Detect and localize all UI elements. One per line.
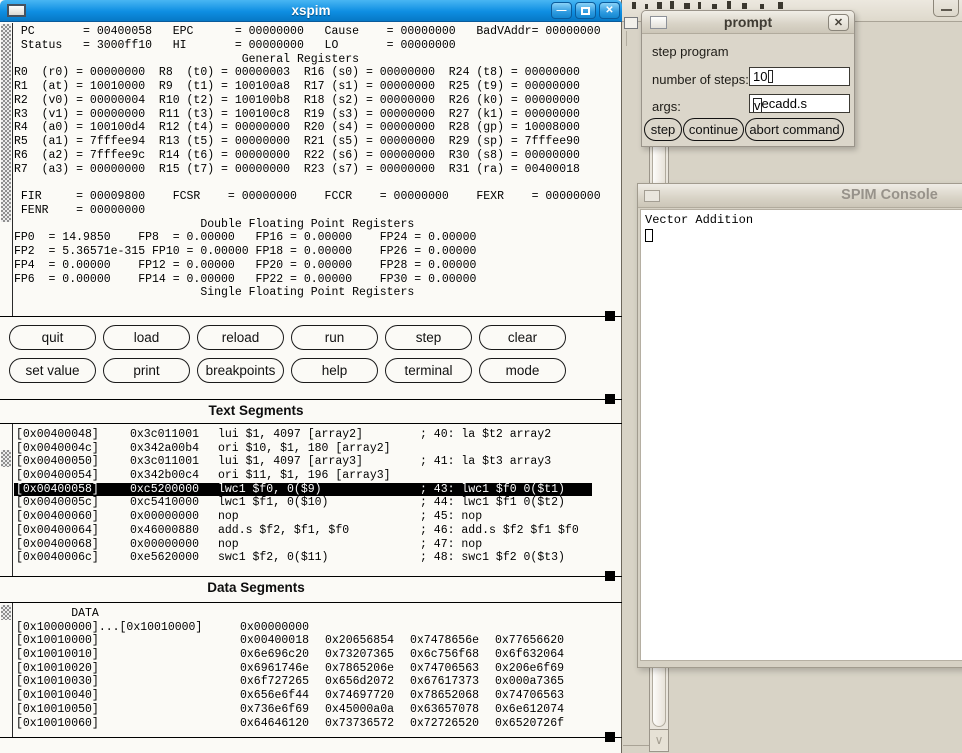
- background-window-menu-icon: [624, 17, 638, 29]
- pane-resize-grip[interactable]: [605, 571, 615, 581]
- data-segments-title: Data Segments: [0, 580, 512, 595]
- close-button[interactable]: ✕: [828, 14, 849, 31]
- pane-resize-grip[interactable]: [605, 394, 615, 404]
- xspim-button-help[interactable]: help: [291, 358, 378, 383]
- data-segment-row: [0x10000000]...[0x10010000]0x00000000: [14, 621, 592, 635]
- args-label: args:: [652, 99, 681, 114]
- maximize-button[interactable]: [575, 2, 596, 19]
- text-segment-row: [0x00400064]0x46000880add.s $f2, $f1, $f…: [14, 524, 592, 538]
- window-title: xspim: [0, 0, 622, 21]
- data-segment-row: [0x10010040]0x656e6f440x746977200x786520…: [14, 689, 592, 703]
- scrollbar-thumb[interactable]: [1, 605, 11, 620]
- args-rest: ecadd.s: [762, 96, 808, 111]
- registers-scrollbar[interactable]: [0, 23, 13, 316]
- console-titlebar[interactable]: SPIM Console: [638, 184, 962, 208]
- window-menu-icon[interactable]: [644, 190, 660, 202]
- text-segment-row: [0x00400048]0x3c011001lui $1, 4097 [arra…: [14, 428, 592, 442]
- xspim-window: xspim — ✕ PC = 00400058 EPC = 00000000 C…: [0, 0, 622, 753]
- prompt-message: step program: [652, 44, 729, 59]
- xspim-button-breakpoints[interactable]: breakpoints: [197, 358, 284, 383]
- data-segment-row: [0x10010000]0x004000180x206568540x747865…: [14, 634, 592, 648]
- pane-divider: [0, 399, 622, 400]
- text-segment-row: [0x00400068]0x00000000nop; 47: nop: [14, 538, 592, 552]
- data-segment-row: [0x10010050]0x736e6f690x45000a0a0x636570…: [14, 703, 592, 717]
- pane-resize-grip[interactable]: [605, 732, 615, 742]
- prompt-step-button[interactable]: step: [644, 118, 682, 141]
- window-menu-icon[interactable]: [650, 16, 667, 29]
- control-button-panel: quit load reload runstep clear set value print…: [0, 317, 622, 399]
- xspim-button-mode[interactable]: mode: [479, 358, 566, 383]
- registers-text: PC = 00400058 EPC = 00000000 Cause = 000…: [14, 25, 601, 300]
- text-segments-scrollbar[interactable]: [0, 424, 13, 576]
- pane-divider: [0, 576, 622, 577]
- data-segment-row: [0x10010020]0x6961746e0x7865206e0x747065…: [14, 662, 592, 676]
- registers-pane: PC = 00400058 EPC = 00000000 Cause = 000…: [0, 23, 622, 316]
- xspim-titlebar[interactable]: xspim — ✕: [0, 0, 622, 22]
- data-segment-row: [0x10010010]0x6e696c200x732073650x6c756f…: [14, 648, 592, 662]
- pane-divider: [0, 737, 622, 738]
- steps-label: number of steps:: [652, 72, 749, 87]
- close-icon: ✕: [605, 5, 613, 16]
- spim-console-window: SPIM Console Vector Addition: [637, 183, 962, 668]
- text-segment-row: [0x0040004c]0x342a00b4ori $10, $1, 180 […: [14, 442, 592, 456]
- xspim-button-clear[interactable]: clear: [479, 325, 566, 350]
- text-segment-row: [0x0040006c]0xe5620000swc1 $f2, 0($11); …: [14, 551, 592, 565]
- console-cursor: [645, 229, 653, 242]
- prompt-title: prompt: [642, 11, 854, 33]
- data-segments-scrollbar[interactable]: [0, 603, 13, 737]
- control-button-grid: quit load reload runstep clear set value print…: [9, 325, 566, 383]
- maximize-icon: [581, 7, 590, 15]
- text-segments-pane: [0x00400048]0x3c011001lui $1, 4097 [arra…: [0, 424, 622, 576]
- xspim-button-run[interactable]: run: [291, 325, 378, 350]
- text-cursor: [768, 70, 773, 83]
- text-segment-row: [0x00400058]0xc5200000lwc1 $f0, 0($9); 4…: [14, 483, 592, 497]
- args-cursor-char: v: [753, 98, 762, 113]
- xspim-button-set-value[interactable]: set value: [9, 358, 96, 383]
- background-minimize-button[interactable]: [933, 0, 959, 17]
- background-window-border: [626, 31, 627, 46]
- text-segment-row: [0x00400060]0x00000000nop; 45: nop: [14, 510, 592, 524]
- prompt-abort-command-button[interactable]: abort command: [745, 118, 844, 141]
- xspim-button-print[interactable]: print: [103, 358, 190, 383]
- prompt-continue-button[interactable]: continue: [683, 118, 744, 141]
- xspim-button-quit[interactable]: quit: [9, 325, 96, 350]
- scrollbar-thumb[interactable]: [1, 450, 11, 467]
- close-button[interactable]: ✕: [599, 2, 620, 19]
- data-segment-row: [0x10010060]0x646461200x737365720x727265…: [14, 717, 592, 731]
- minimize-icon: —: [557, 5, 567, 16]
- console-output: Vector Addition: [640, 209, 962, 661]
- console-title: SPIM Console: [638, 184, 962, 207]
- text-segment-rows: [0x00400048]0x3c011001lui $1, 4097 [arra…: [14, 428, 592, 565]
- xspim-button-load[interactable]: load: [103, 325, 190, 350]
- minimize-icon: [941, 9, 952, 11]
- background-window-border: [623, 745, 650, 746]
- close-icon: ✕: [834, 16, 843, 29]
- scrollbar-down-arrow-icon[interactable]: ∨: [650, 729, 668, 750]
- text-segment-row: [0x00400054]0x342b00c4ori $11, $1, 196 […: [14, 469, 592, 483]
- minimize-button[interactable]: —: [551, 2, 572, 19]
- args-input[interactable]: vecadd.s: [749, 94, 850, 113]
- xspim-button-step[interactable]: step: [385, 325, 472, 350]
- xspim-button-terminal[interactable]: terminal: [385, 358, 472, 383]
- scrollbar-thumb[interactable]: [1, 24, 11, 222]
- text-segments-title: Text Segments: [0, 403, 512, 418]
- text-segment-row: [0x00400050]0x3c011001lui $1, 4097 [arra…: [14, 455, 592, 469]
- prompt-titlebar[interactable]: prompt ✕: [642, 11, 854, 34]
- steps-value: 10: [753, 69, 767, 84]
- data-segment-rows: DATA[0x10000000]...[0x10010000]0x0000000…: [14, 607, 592, 730]
- prompt-dialog: prompt ✕ step program number of steps: 1…: [641, 10, 855, 147]
- data-segment-row: [0x10010030]0x6f7272650x656d20720x676173…: [14, 675, 592, 689]
- data-segment-row: DATA: [14, 607, 592, 621]
- text-segment-row: [0x0040005c]0xc5410000lwc1 $f1, 0($10); …: [14, 496, 592, 510]
- data-segments-pane: DATA[0x10000000]...[0x10010000]0x0000000…: [0, 603, 622, 737]
- xspim-button-reload[interactable]: reload: [197, 325, 284, 350]
- steps-input[interactable]: 10: [749, 67, 850, 86]
- window-menu-icon[interactable]: [7, 4, 26, 17]
